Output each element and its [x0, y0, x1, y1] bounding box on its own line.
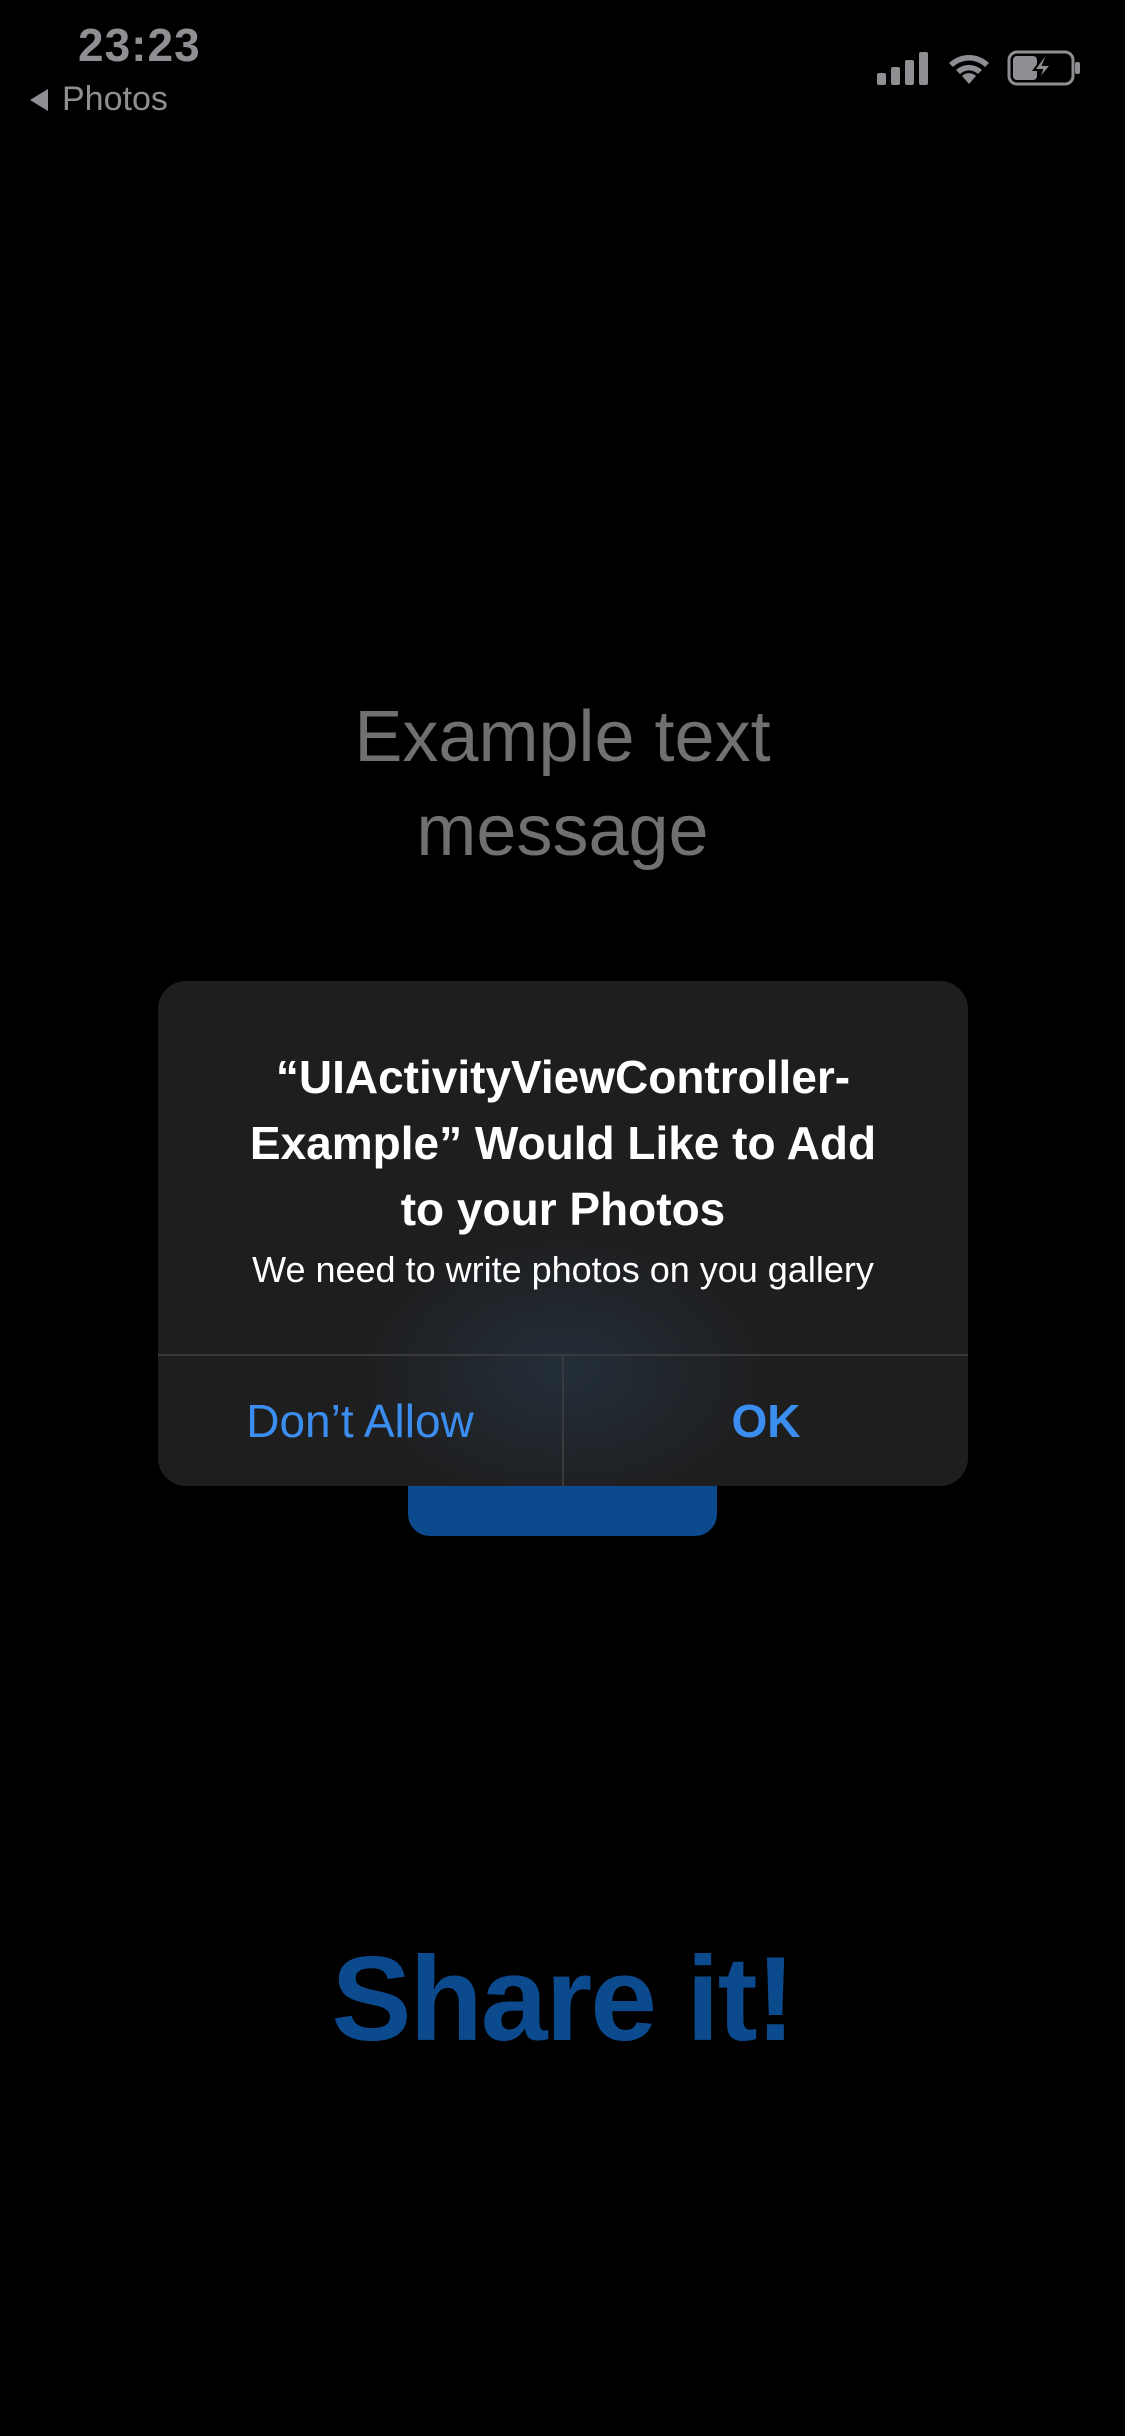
photos-permission-alert: “UIActivityViewController- Example” Woul… [158, 981, 968, 1486]
status-time: 23:23 [78, 19, 201, 71]
battery-charging-icon [1007, 50, 1080, 86]
share-it-button: Share it! [331, 1932, 795, 2066]
alert-title: “UIActivityViewController- Example” Woul… [198, 1044, 928, 1242]
status-icons [877, 50, 1081, 86]
ok-button[interactable]: OK [564, 1356, 968, 1486]
alert-title-line-1: “UIActivityViewController- [275, 1051, 851, 1103]
alert-title-line-2: Example” Would Like to Add [249, 1117, 877, 1169]
example-message-line-2: message [416, 791, 709, 871]
dont-allow-button[interactable]: Don’t Allow [158, 1356, 562, 1486]
alert-body: “UIActivityViewController- Example” Woul… [158, 981, 968, 1354]
example-message-label: Example text message [0, 690, 1125, 878]
back-arrow-icon [30, 88, 48, 111]
back-link-label: Photos [62, 80, 168, 118]
cellular-signal-icon [877, 52, 928, 85]
alert-title-line-3: to your Photos [400, 1183, 726, 1235]
alert-message: We need to write photos on you gallery [252, 1249, 874, 1290]
app-screen: 23:23 Photos Example text message Share … [0, 0, 1125, 2436]
wifi-icon [949, 55, 989, 84]
example-message-line-1: Example text [354, 697, 771, 777]
back-to-photos-link[interactable]: Photos [30, 80, 168, 119]
